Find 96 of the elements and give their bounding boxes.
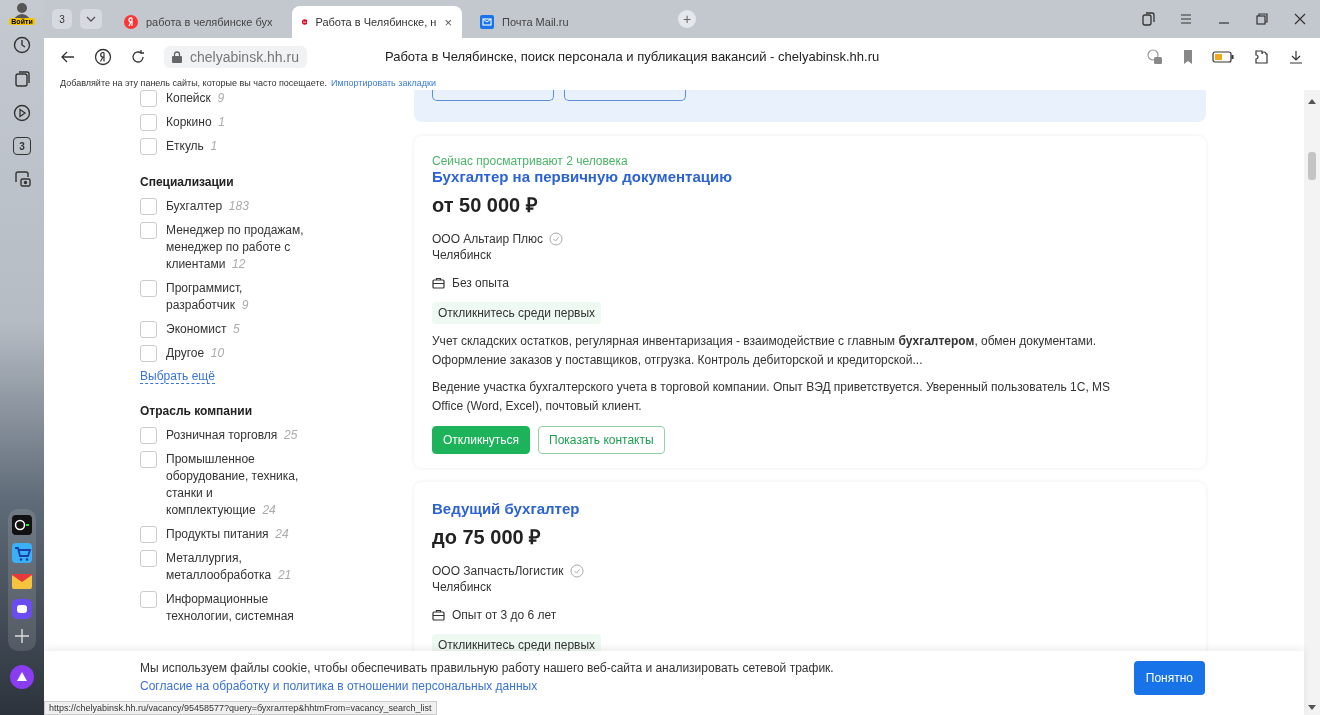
cart-icon[interactable]	[12, 543, 32, 563]
checkbox[interactable]	[140, 138, 157, 155]
filter-label[interactable]: Программист, разработчик 9	[166, 280, 311, 314]
filter-label[interactable]: Менеджер по продажам, менеджер по работе с клиентами 12	[166, 222, 311, 273]
protect-icon[interactable]	[1146, 47, 1164, 66]
consent-link[interactable]: Согласие на обработку и политика в отношении персональных данных	[140, 679, 538, 693]
browser-tab[interactable]: работа в челябинске бух	[114, 6, 284, 38]
filter-label[interactable]: Другое 10	[166, 345, 311, 362]
cut-off-button[interactable]	[564, 90, 686, 101]
show-contacts-button[interactable]: Показать контакты	[538, 426, 665, 454]
counter-icon[interactable]: 3	[13, 137, 31, 155]
filter-label[interactable]: Розничная торговля 25	[166, 427, 311, 444]
collections-icon[interactable]	[1140, 11, 1156, 27]
tab-title: Почта Mail.ru	[502, 16, 570, 28]
camera-app-icon[interactable]	[12, 515, 32, 535]
checkbox[interactable]	[140, 280, 157, 297]
accept-button[interactable]: Понятно	[1133, 661, 1205, 695]
messenger-icon[interactable]	[12, 599, 32, 619]
favicon-icon	[480, 15, 494, 29]
filter-heading: Отрасль компании	[140, 404, 254, 418]
early-applicant-badge: Откликнитесь среди первых	[432, 302, 602, 324]
checkbox[interactable]	[140, 550, 157, 567]
scrollbar[interactable]	[1304, 90, 1320, 715]
tab-count[interactable]: 3	[52, 9, 72, 29]
battery-icon[interactable]	[1212, 50, 1234, 63]
filter-label[interactable]: Металлургия, металлообработка 21	[166, 550, 311, 584]
browser-tab[interactable]: Почта Mail.ru	[470, 6, 640, 38]
yandex-icon[interactable]	[94, 47, 112, 66]
mail-icon[interactable]	[12, 571, 32, 591]
bookmark-icon[interactable]	[1182, 48, 1194, 65]
vacancy-snippet: Ведение участка бухгалтерского учета в торговой компании. Опыт ВЭД приветствуется. Уверенный пользователь 1С, MS Office (Word, Excel), почтовый клиент.	[432, 379, 1112, 415]
favicon-icon	[124, 15, 138, 29]
tab-title: Работа в Челябинске, н	[315, 16, 437, 28]
checkbox[interactable]	[140, 198, 157, 215]
add-icon[interactable]	[13, 627, 31, 645]
new-tab-button[interactable]: +	[678, 10, 696, 28]
history-icon[interactable]	[12, 35, 32, 55]
checkbox[interactable]	[140, 427, 157, 444]
vacancy-snippet: Учет складских остатков, регулярная инвентаризация - взаимодействие с главным бухгалтером, обмен документами. Оформление заказов у поставщиков, отгрузка. Контроль дебиторской и кредиторской...	[432, 333, 1098, 369]
address-bar[interactable]: chelyabinsk.hh.ru	[164, 45, 307, 68]
menu-icon[interactable]	[1178, 11, 1194, 27]
filter-heading: Специализации	[140, 175, 235, 189]
close-tab-icon[interactable]: ×	[444, 14, 452, 30]
scroll-thumb[interactable]	[1308, 152, 1316, 180]
play-icon[interactable]	[12, 103, 32, 123]
experience: Без опыта	[452, 276, 509, 290]
reload-icon[interactable]	[130, 48, 146, 65]
filter-label[interactable]: Бухгалтер 183	[166, 198, 311, 215]
extensions-icon[interactable]	[1252, 47, 1270, 66]
bookmarks-hint: Добавляйте на эту панель сайты, которые вы часто посещаете.	[60, 77, 327, 88]
cut-off-button[interactable]	[432, 90, 554, 101]
salary: от 50 000 ₽	[432, 193, 538, 218]
page-title: Работа в Челябинске, поиск персонала и публикация вакансий - chelyabinsk.hh.ru	[384, 49, 880, 64]
browser-tab[interactable]: Работа в Челябинске, н ×	[292, 6, 462, 38]
filter-label[interactable]: Коркино 1	[166, 114, 311, 131]
company-name[interactable]: ООО ЗапчастьЛогистик	[432, 564, 564, 578]
city: Челябинск	[432, 580, 492, 594]
url-text: chelyabinsk.hh.ru	[190, 48, 299, 65]
filter-label[interactable]: Еткуль 1	[166, 138, 311, 155]
checkbox[interactable]	[140, 114, 157, 131]
checkbox[interactable]	[140, 451, 157, 468]
checkbox[interactable]	[140, 90, 157, 107]
filter-label[interactable]: Промышленное оборудование, техника, станки и комплектующие 24	[166, 451, 311, 519]
scroll-down-icon[interactable]	[1308, 705, 1316, 711]
lock-icon	[172, 50, 182, 63]
vacancy-title-link[interactable]: Бухгалтер на первичную документацию	[432, 168, 733, 185]
briefcase-icon	[432, 609, 445, 621]
viewers-note: Сейчас просматривают 2 человека	[432, 154, 628, 168]
experience: Опыт от 3 до 6 лет	[452, 608, 557, 622]
city: Челябинск	[432, 248, 492, 262]
filter-label[interactable]: Экономист 5	[166, 321, 311, 338]
checkbox[interactable]	[140, 591, 157, 608]
checkbox[interactable]	[140, 345, 157, 362]
filter-label[interactable]: Информационные технологии, системная	[166, 591, 311, 625]
cookie-text: Мы используем файлы cookie, чтобы обеспечивать правильную работу нашего веб-сайта и анализировать сетевой трафик.	[140, 661, 835, 675]
chevron-down-icon[interactable]	[80, 9, 102, 29]
import-bookmarks-link[interactable]: Импортировать закладки	[331, 77, 436, 88]
scroll-up-icon[interactable]	[1308, 98, 1316, 104]
checkbox[interactable]	[140, 526, 157, 543]
checkbox[interactable]	[140, 321, 157, 338]
briefcase-icon	[432, 277, 445, 289]
checkbox[interactable]	[140, 222, 157, 239]
company-name[interactable]: ООО Альтаир Плюс	[432, 232, 544, 246]
filter-label[interactable]: Продукты питания 24	[166, 526, 311, 543]
download-icon[interactable]	[1288, 48, 1304, 65]
close-icon[interactable]	[1292, 11, 1308, 27]
assistant-icon[interactable]	[10, 665, 34, 689]
screenshot-icon[interactable]	[12, 169, 32, 189]
collections-icon[interactable]	[12, 69, 32, 89]
show-more-link[interactable]: Выбрать ещё	[140, 369, 215, 384]
salary: до 75 000 ₽	[432, 525, 542, 550]
restore-icon[interactable]	[1254, 11, 1270, 27]
filter-label[interactable]: Копейск 9	[166, 90, 311, 107]
tab-title: работа в челябинске бух	[146, 16, 274, 28]
vacancy-title-link[interactable]: Ведущий бухгалтер	[432, 500, 580, 517]
status-url: https://chelyabinsk.hh.ru/vacancy/95458577?query=бухгалтер&hhtmFrom=vacancy_search_list	[44, 701, 437, 715]
